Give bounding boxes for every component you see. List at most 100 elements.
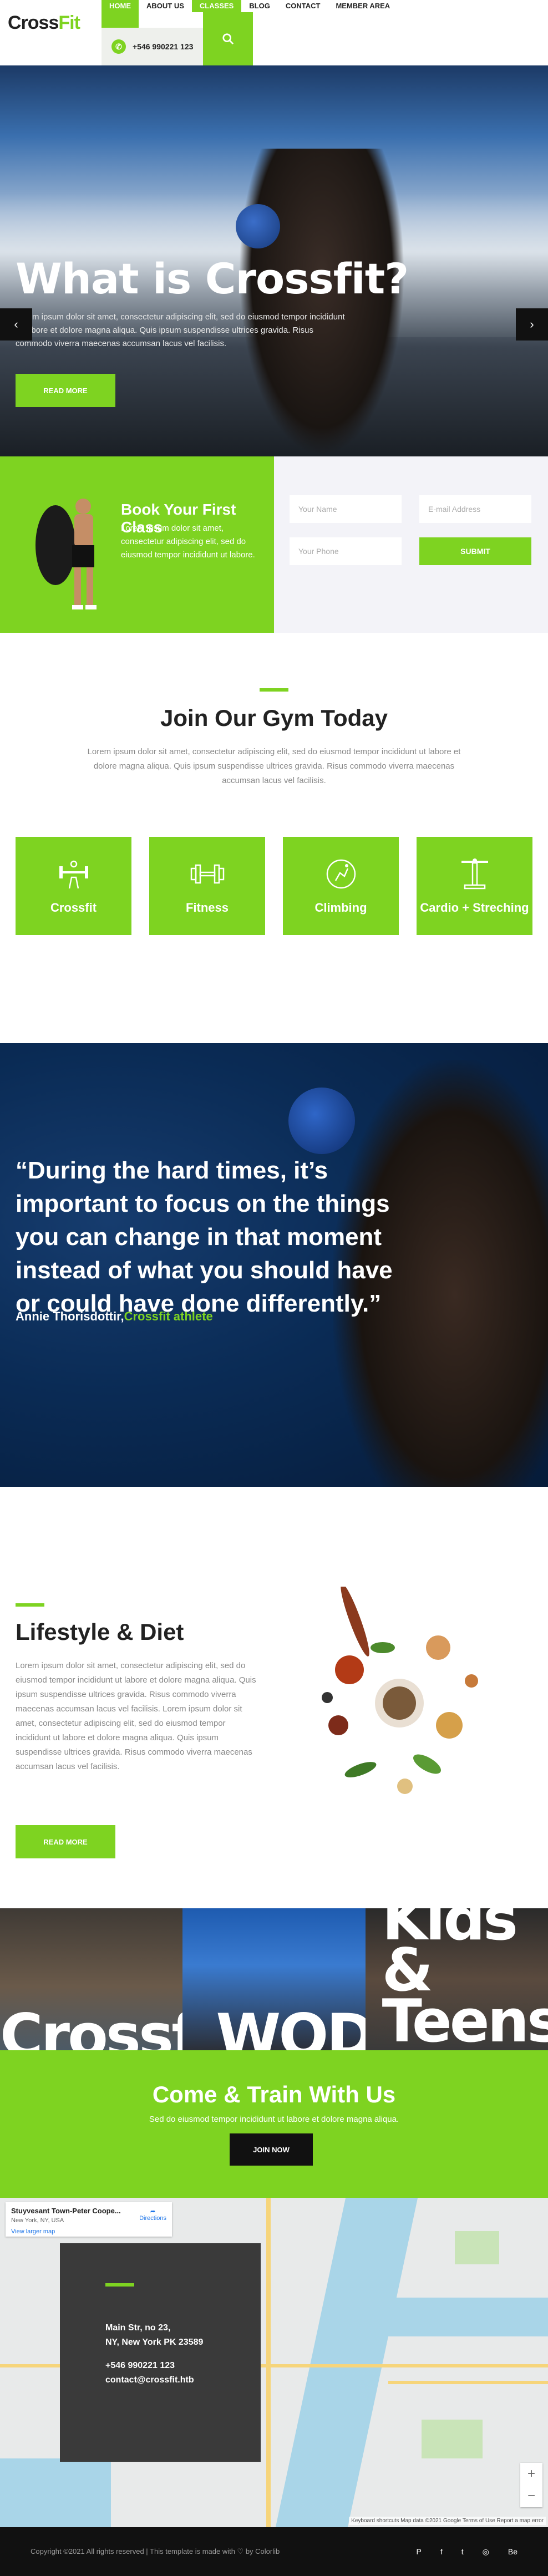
dumbbell-icon xyxy=(188,857,227,891)
contact-email[interactable]: contact@crossfit.htb xyxy=(105,2373,215,2387)
pinterest-icon[interactable]: P xyxy=(417,2547,422,2557)
contact-phone[interactable]: +546 990221 123 xyxy=(105,2359,215,2373)
contact-info-box: Main Str, no 23, NY, New York PK 23589 +5… xyxy=(60,2243,261,2462)
program-title: Kids & Teens xyxy=(382,1908,548,2050)
card-label: Cardio + Streching xyxy=(420,900,529,914)
hero-banner: What is Crossfit? Lorem ipsum dolor sit … xyxy=(0,65,548,456)
join-title: Join Our Gym Today xyxy=(160,705,388,731)
location-map[interactable]: Stuyvesant Town-Peter Coope... New York,… xyxy=(0,2198,548,2527)
submit-button[interactable]: SUBMIT xyxy=(419,537,531,565)
section-divider xyxy=(16,1603,44,1607)
join-now-button[interactable]: JOIN NOW xyxy=(230,2133,313,2166)
zoom-in-button[interactable]: + xyxy=(527,2466,535,2482)
hero-text: Lorem ipsum dolor sit amet, consectetur … xyxy=(16,312,345,348)
class-cards: Crossfit Fitness Climbing Cardio + Strec… xyxy=(16,837,532,935)
card-label: Climbing xyxy=(314,900,367,914)
map-bay xyxy=(0,2458,111,2527)
train-cta-section: Come & Train With Us Sed do eiusmod temp… xyxy=(0,2050,548,2198)
name-input[interactable]: Your Name xyxy=(290,495,402,523)
lifestyle-title: Lifestyle & Diet xyxy=(16,1619,184,1645)
hero-kettlebell xyxy=(236,204,280,248)
book-class-text: Lorem ipsum dolor sit amet, consectetur … xyxy=(121,524,255,560)
program-wod[interactable]: WOD xyxy=(182,1908,366,2051)
logo[interactable]: CrossFit xyxy=(8,12,80,34)
spices-image xyxy=(322,1587,478,1794)
card-label: Crossfit xyxy=(50,900,97,914)
book-class-section: Book Your First Class Lorem ipsum dolor … xyxy=(0,456,548,633)
nav-blog[interactable]: BLOG xyxy=(241,0,278,12)
map-road xyxy=(266,2198,271,2527)
program-crossfit[interactable]: Crossfit xyxy=(0,1908,183,2051)
map-attribution: Keyboard shortcuts Map data ©2021 Google… xyxy=(349,2517,546,2525)
footer: Copyright ©2021 All rights reserved | Th… xyxy=(0,2527,548,2576)
phone-number[interactable]: +546 990221 123 xyxy=(133,42,193,51)
address-line1: Main Str, no 23, xyxy=(105,2323,171,2333)
phone-box: ✆ +546 990221 123 xyxy=(102,28,203,65)
directions-label: Directions xyxy=(139,2215,166,2222)
copyright-text: Copyright ©2021 All rights reserved | Th… xyxy=(31,2547,280,2555)
view-larger-map-link[interactable]: View larger map xyxy=(11,2228,166,2235)
section-divider xyxy=(260,688,288,692)
hero-read-more-button[interactable]: READ MORE xyxy=(16,374,115,407)
directions-button[interactable]: ➦ Directions xyxy=(139,2208,166,2222)
email-input[interactable]: E-mail Address xyxy=(419,495,531,523)
behance-icon[interactable]: Be xyxy=(508,2547,517,2557)
hero-title: What is Crossfit? xyxy=(16,254,409,303)
directions-icon: ➦ xyxy=(150,2208,156,2215)
quote-text: “During the hard times, it’s important t… xyxy=(16,1157,393,1317)
phone-icon: ✆ xyxy=(111,39,126,54)
card-crossfit[interactable]: Crossfit xyxy=(16,837,131,935)
nav-member-area[interactable]: MEMBER AREA xyxy=(328,0,398,12)
nav-classes[interactable]: CLASSES xyxy=(191,0,242,12)
card-climbing[interactable]: Climbing xyxy=(283,837,399,935)
join-section: Join Our Gym Today Lorem ipsum dolor sit… xyxy=(0,633,548,1043)
address-line2: NY, New York PK 23589 xyxy=(105,2338,204,2347)
join-text: Lorem ipsum dolor sit amet, consectetur … xyxy=(87,747,461,785)
search-icon xyxy=(222,33,234,45)
program-title: WOD xyxy=(216,2001,366,2051)
nav-contact[interactable]: CONTACT xyxy=(278,0,328,12)
book-form: Your Name E-mail Address Your Phone SUBM… xyxy=(274,456,548,633)
train-text: Sed do eiusmod tempor incididunt ut labo… xyxy=(149,2115,399,2124)
quote-author: Annie Thorisdottir,Crossfit athlete xyxy=(16,1309,213,1324)
lifestyle-text: Lorem ipsum dolor sit amet, consectetur … xyxy=(16,1661,256,1771)
lifestyle-section: Lifestyle & Diet Lorem ipsum dolor sit a… xyxy=(0,1487,548,1908)
twitter-icon[interactable]: t xyxy=(461,2547,464,2557)
dribbble-icon[interactable]: ◎ xyxy=(483,2547,489,2557)
climbing-icon xyxy=(322,857,361,891)
slider-prev-button[interactable]: ‹ xyxy=(0,308,32,341)
zoom-out-button[interactable]: − xyxy=(527,2488,535,2504)
card-fitness[interactable]: Fitness xyxy=(149,837,265,935)
quote-section: “During the hard times, it’s important t… xyxy=(0,1043,548,1487)
cardio-icon xyxy=(455,857,494,891)
tire-athlete-image xyxy=(35,499,97,609)
book-class-panel: Book Your First Class Lorem ipsum dolor … xyxy=(0,456,274,633)
social-links: P f t ◎ Be xyxy=(417,2547,517,2557)
program-title: Crossfit xyxy=(0,2001,182,2051)
logo-text: Cross xyxy=(8,12,59,33)
navbar: CrossFit HOME ABOUT US CLASSES BLOG CONT… xyxy=(0,0,548,65)
nav-about[interactable]: ABOUT US xyxy=(139,0,192,12)
phone-input[interactable]: Your Phone xyxy=(290,537,402,565)
nav-home[interactable]: HOME xyxy=(102,0,139,28)
slider-next-button[interactable]: › xyxy=(516,308,548,341)
quote-author-name: Annie Thorisdottir, xyxy=(16,1309,124,1323)
logo-text-accent: Fit xyxy=(58,12,80,33)
search-button[interactable] xyxy=(203,12,253,65)
map-zoom-control: + − xyxy=(520,2463,542,2507)
chevron-left-icon: ‹ xyxy=(14,317,18,331)
card-label: Fitness xyxy=(185,900,229,914)
quote-author-role: Crossfit athlete xyxy=(124,1309,213,1323)
barbell-icon xyxy=(54,857,93,891)
card-cardio[interactable]: Cardio + Streching xyxy=(417,837,532,935)
facebook-icon[interactable]: f xyxy=(440,2547,443,2557)
programs-strip: Crossfit WOD Kids & Teens xyxy=(0,1908,548,2050)
lifestyle-read-more-button[interactable]: READ MORE xyxy=(16,1825,115,1858)
map-creek xyxy=(383,2298,548,2336)
chevron-right-icon: › xyxy=(530,317,534,331)
quote-kettlebell xyxy=(288,1088,355,1154)
map-river xyxy=(275,2198,418,2527)
map-park xyxy=(422,2420,483,2458)
program-kids-teens[interactable]: Kids & Teens xyxy=(365,1908,548,2050)
map-park xyxy=(455,2231,499,2264)
